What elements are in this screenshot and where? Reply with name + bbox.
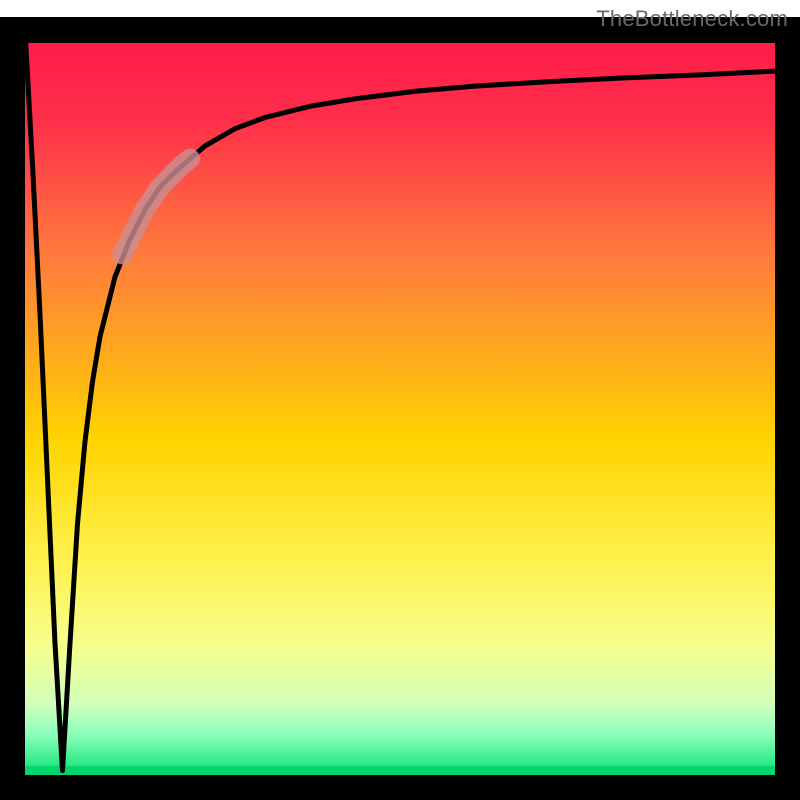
plot-background (25, 30, 775, 778)
attribution-label: TheBottleneck.com (596, 6, 788, 32)
chart-canvas (0, 0, 800, 800)
bottleneck-chart: TheBottleneck.com (0, 0, 800, 800)
